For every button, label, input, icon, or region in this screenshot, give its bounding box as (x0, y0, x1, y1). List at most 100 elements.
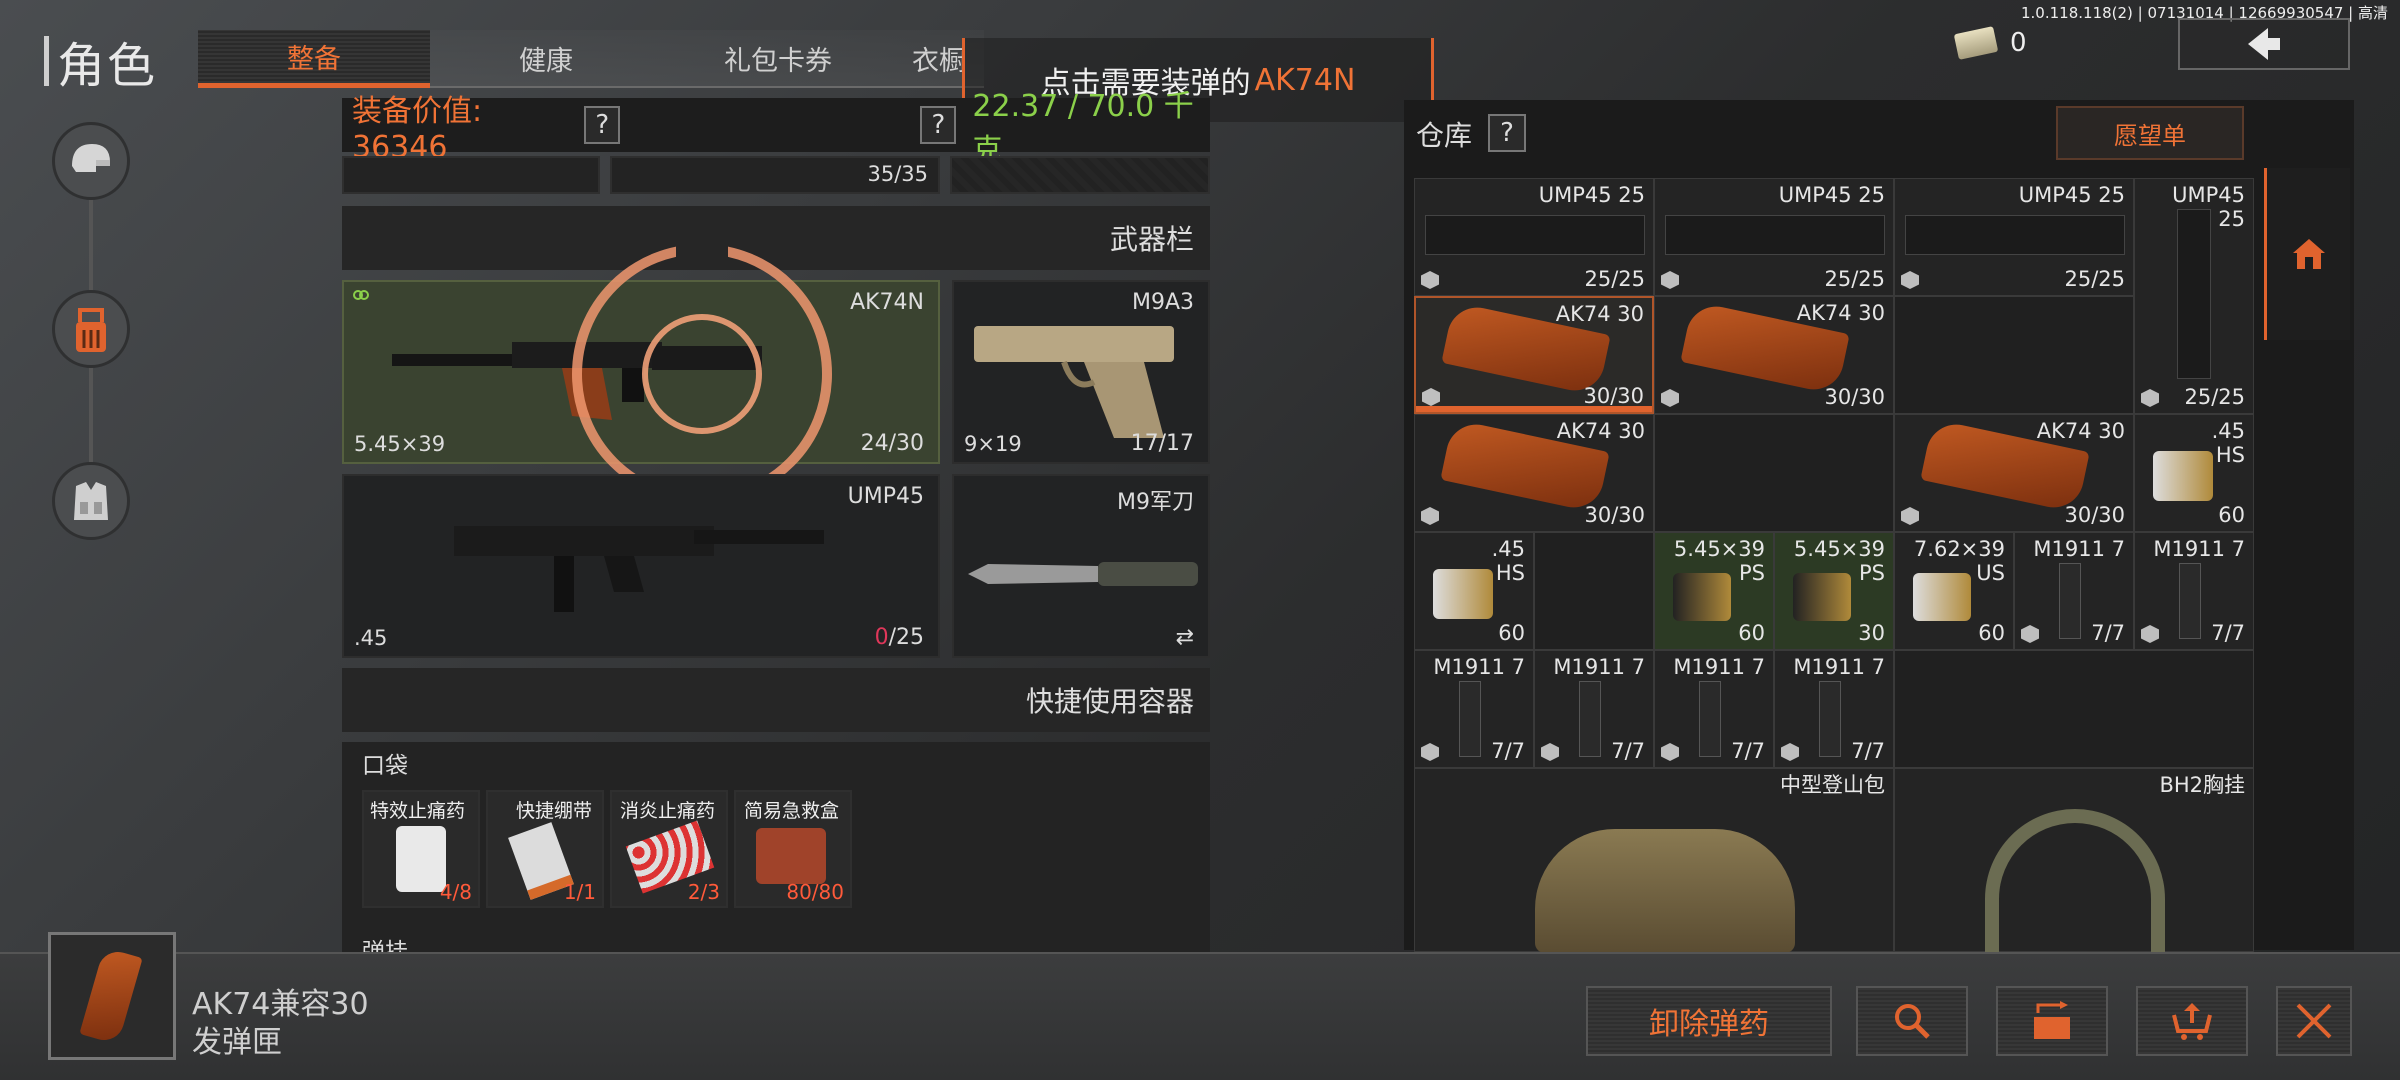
warehouse-item[interactable]: M1911 7 7/7 (1654, 650, 1774, 768)
pocket-item[interactable]: 特效止痛药 4/8 (362, 790, 480, 908)
equip-slot-empty[interactable] (950, 156, 1210, 194)
painkiller-image (396, 826, 446, 892)
package-icon (1781, 743, 1799, 761)
pocket-item[interactable]: 消炎止痛药 2/3 (610, 790, 728, 908)
pistol-magazine-image (1459, 681, 1481, 757)
weapon-caliber: 5.45×39 (354, 432, 446, 456)
item-count: 7/7 (1851, 739, 1885, 763)
helmet-icon (72, 144, 110, 172)
ammo-current: 0 (874, 625, 889, 650)
package-icon (1661, 271, 1679, 289)
weapon-caliber: .45 (354, 626, 388, 650)
weapon-slot-melee[interactable]: M9军刀 ⇄ (952, 474, 1210, 658)
warehouse-item[interactable]: UMP45 25 25/25 (1414, 178, 1654, 296)
sell-button[interactable] (2136, 986, 2248, 1056)
item-count: 30/30 (2064, 503, 2125, 527)
tab-health[interactable]: 健康 (430, 30, 662, 88)
weapon-slot-secondary[interactable]: UMP45 .45 0/25 (342, 474, 940, 658)
currency-display: 0 (1953, 26, 2027, 60)
warehouse-item[interactable]: M1911 7 7/7 (1414, 650, 1534, 768)
warehouse-item[interactable]: 中型登山包 (1414, 768, 1894, 953)
warehouse-empty (1894, 296, 2134, 414)
back-arrow-icon (2248, 28, 2280, 60)
unload-ammo-button[interactable]: 卸除弹药 (1586, 986, 1832, 1056)
ammo-box-image (2153, 451, 2213, 501)
weight-help-button[interactable]: ? (920, 106, 957, 144)
item-name: AK74 30 (1796, 301, 1885, 325)
warehouse-item[interactable]: BH2胸挂 (1894, 768, 2254, 953)
wishlist-button[interactable]: 愿望单 (2056, 106, 2244, 160)
item-count: 25/25 (2184, 385, 2245, 409)
selected-item-thumbnail (48, 932, 176, 1060)
m9a3-image (974, 326, 1174, 438)
weapon-slot-primary[interactable]: AK74N 5.45×39 24/30 (342, 244, 940, 504)
tab-giftcards[interactable]: 礼包卡券 (662, 30, 894, 88)
rail-backpack[interactable] (52, 290, 130, 368)
warehouse-item[interactable]: M1911 7 7/7 (2134, 532, 2254, 650)
pistol-magazine-image (1579, 681, 1601, 757)
item-count: 4/8 (439, 880, 472, 904)
warehouse-empty (1534, 532, 1654, 650)
ump45-image (454, 526, 824, 612)
main-tabs: 整备 健康 礼包卡券 衣橱 (198, 30, 984, 92)
warehouse-item[interactable]: UMP45 25 25/25 (1654, 178, 1894, 296)
equip-slot-partial[interactable]: 35/35 (610, 156, 940, 194)
warehouse-item[interactable]: .45 HS 60 (2134, 414, 2254, 532)
tab-loadout[interactable]: 整备 (198, 30, 430, 88)
title-marker (44, 36, 49, 86)
warehouse-empty (1654, 414, 1894, 532)
item-name: AK74 30 (2036, 419, 2125, 443)
close-button[interactable] (2276, 986, 2352, 1056)
equipment-value: 装备价值: 36346 (352, 93, 483, 165)
item-name: 快捷绷带 (516, 800, 593, 822)
item-name: M1911 7 (2033, 537, 2125, 561)
pocket-item[interactable]: 简易急救盒 80/80 (734, 790, 852, 908)
item-name: UMP45 25 (2018, 183, 2125, 207)
item-name: .45 HS (2211, 419, 2245, 467)
warehouse-item[interactable]: M1911 7 7/7 (1534, 650, 1654, 768)
back-button[interactable] (2178, 18, 2350, 70)
pistol-magazine-image (2059, 563, 2081, 639)
item-count: 25/25 (1584, 267, 1645, 291)
ak-magazine-image (79, 947, 143, 1045)
equip-slot-partial[interactable] (342, 156, 600, 194)
warehouse-item[interactable]: UMP45 25 25/25 (2134, 178, 2254, 414)
warehouse-item[interactable]: UMP45 25 25/25 (1894, 178, 2134, 296)
pocket-label: 口袋 (362, 753, 408, 779)
rail-vest[interactable] (52, 462, 130, 540)
search-button[interactable] (1856, 986, 1968, 1056)
value-help-button[interactable]: ? (584, 106, 621, 144)
warehouse-item[interactable]: M1911 7 7/7 (1774, 650, 1894, 768)
item-count: 7/7 (2211, 621, 2245, 645)
package-icon (2141, 625, 2159, 643)
ammo-box-image (1433, 569, 1493, 619)
chest-rig-image (1985, 809, 2165, 953)
rail-helmet[interactable] (52, 122, 130, 200)
item-count: 30 (1858, 621, 1885, 645)
warehouse-item[interactable]: 5.45×39 PS 30 (1774, 532, 1894, 650)
pocket-item[interactable]: 快捷绷带 1/1 (486, 790, 604, 908)
item-name: M1911 7 (1673, 655, 1765, 679)
weapon-slot-pistol[interactable]: M9A3 9×19 17/17 (952, 280, 1210, 464)
weapon-caliber: 9×19 (964, 432, 1022, 456)
currency-amount: 0 (2010, 28, 2027, 58)
storage-button[interactable] (1996, 986, 2108, 1056)
item-name: 7.62×39 US (1913, 537, 2005, 585)
item-count: 25/25 (2064, 267, 2125, 291)
warehouse-item[interactable]: 7.62×39 US 60 (1894, 532, 2014, 650)
swap-icon[interactable]: ⇄ (1176, 625, 1194, 650)
warehouse-item[interactable]: AK74 30 30/30 (1414, 414, 1654, 532)
warehouse-item[interactable]: AK74 30 30/30 (1654, 296, 1894, 414)
warehouse-item-selected[interactable]: AK74 30 30/30 (1414, 296, 1654, 414)
warehouse-home-button[interactable] (2264, 168, 2350, 340)
weapon-name: UMP45 (847, 484, 924, 509)
item-name: M1911 7 (2153, 537, 2245, 561)
warehouse-item[interactable]: AK74 30 30/30 (1894, 414, 2134, 532)
first-aid-kit-image (756, 828, 826, 884)
warehouse-item[interactable]: M1911 7 7/7 (2014, 532, 2134, 650)
warehouse-help-button[interactable]: ? (1488, 114, 1526, 152)
item-count: 60 (1978, 621, 2005, 645)
weapon-name: AK74N (850, 290, 924, 315)
warehouse-item[interactable]: 5.45×39 PS 60 (1654, 532, 1774, 650)
warehouse-item[interactable]: .45 HS 60 (1414, 532, 1534, 650)
